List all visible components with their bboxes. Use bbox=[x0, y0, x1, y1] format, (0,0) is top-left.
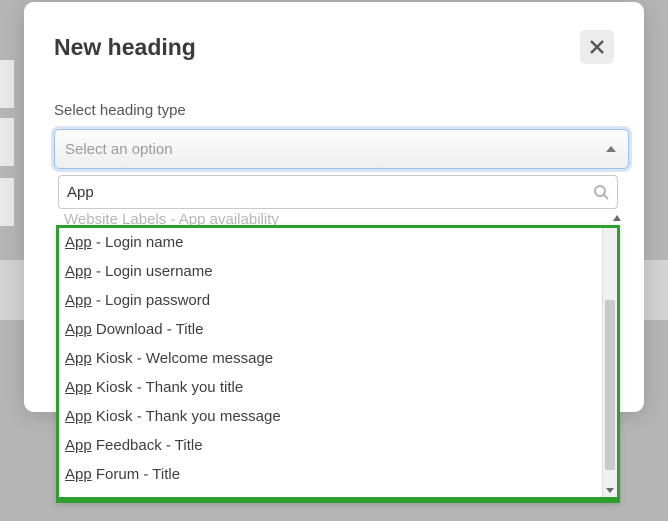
background-row bbox=[0, 178, 14, 226]
dropdown-option[interactable]: App Kiosk - Thank you title bbox=[59, 373, 601, 402]
select-placeholder: Select an option bbox=[65, 141, 173, 158]
search-icon bbox=[593, 184, 609, 200]
option-text: Feedback - Title bbox=[92, 437, 203, 454]
option-text: - Login username bbox=[92, 263, 213, 280]
heading-type-select[interactable]: Select an option bbox=[54, 129, 629, 169]
option-match: App bbox=[65, 350, 92, 367]
option-match: App bbox=[65, 466, 92, 483]
option-text: Forum - Title bbox=[92, 466, 180, 483]
option-match: App bbox=[65, 321, 92, 338]
option-text: - Login name bbox=[92, 234, 184, 251]
option-match: App bbox=[65, 408, 92, 425]
dropdown-scrollbar[interactable] bbox=[602, 228, 617, 497]
option-match: App bbox=[65, 379, 92, 396]
modal-title: New heading bbox=[54, 34, 196, 61]
option-match: App bbox=[65, 234, 92, 251]
dropdown-options-panel: App - Login nameApp - Login usernameApp … bbox=[56, 225, 620, 503]
dropdown-options-list: App - Login nameApp - Login usernameApp … bbox=[59, 228, 601, 497]
dropdown-option[interactable]: App Kiosk - Welcome message bbox=[59, 344, 601, 373]
close-button[interactable] bbox=[580, 30, 614, 64]
dropdown-option[interactable]: App - Login password bbox=[59, 286, 601, 315]
option-text: Kiosk - Welcome message bbox=[92, 350, 273, 367]
background-row bbox=[0, 118, 14, 166]
dropdown-option[interactable]: App Download - Title bbox=[59, 315, 601, 344]
option-text: Kiosk - Thank you title bbox=[92, 379, 243, 396]
chevron-down-icon bbox=[606, 488, 614, 493]
dropdown-option[interactable]: App - Login name bbox=[59, 228, 601, 257]
option-text: Download - Title bbox=[92, 321, 204, 338]
background-row bbox=[0, 60, 14, 108]
scroll-up-icon[interactable] bbox=[613, 215, 621, 221]
option-text: - Login password bbox=[92, 292, 210, 309]
dropdown-option[interactable]: App Feedback - Title bbox=[59, 431, 601, 460]
dropdown-option[interactable]: App Kiosk - Thank you message bbox=[59, 402, 601, 431]
option-match: App bbox=[65, 437, 92, 454]
modal-header: New heading bbox=[54, 30, 614, 64]
chevron-up-icon bbox=[606, 146, 616, 152]
scrollbar-thumb[interactable] bbox=[605, 300, 615, 470]
dropdown-search-row bbox=[58, 175, 618, 209]
scroll-down-button[interactable] bbox=[603, 483, 617, 497]
heading-type-dropdown: Select an option Website Labels - App av… bbox=[54, 129, 629, 209]
dropdown-option[interactable]: App Forum - Title bbox=[59, 460, 601, 489]
option-match: App bbox=[65, 292, 92, 309]
heading-type-label: Select heading type bbox=[54, 102, 614, 119]
option-match: App bbox=[65, 263, 92, 280]
dropdown-search-input[interactable] bbox=[67, 184, 593, 201]
close-icon bbox=[589, 39, 605, 55]
option-text: Kiosk - Thank you message bbox=[92, 408, 281, 425]
dropdown-option[interactable]: App - Login username bbox=[59, 257, 601, 286]
